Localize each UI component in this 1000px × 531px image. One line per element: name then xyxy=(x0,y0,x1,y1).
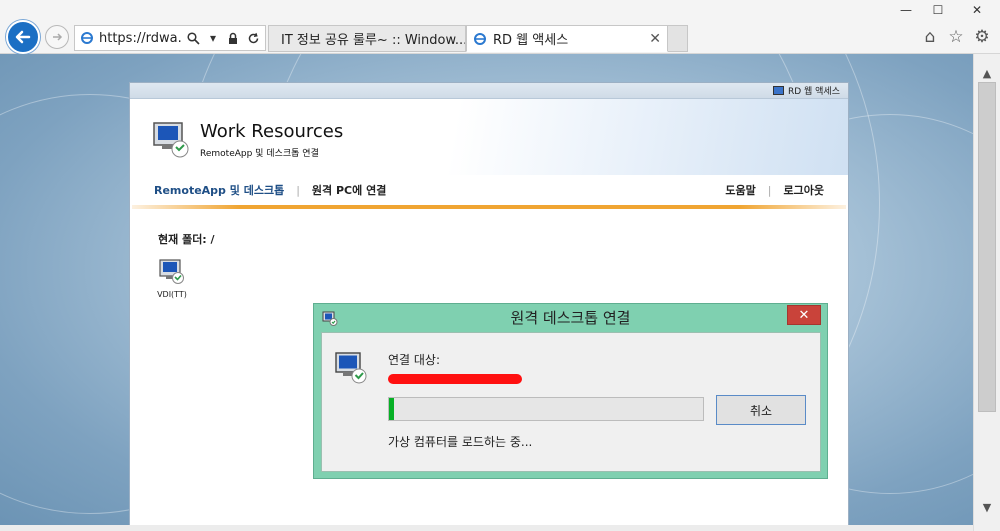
tab-it-blog[interactable]: t IT 정보 공유 룰루~ :: Window... xyxy=(268,25,466,52)
home-icon[interactable]: ⌂ xyxy=(920,27,940,47)
star-icon[interactable]: ☆ xyxy=(946,27,966,47)
page-title: Work Resources xyxy=(200,121,344,142)
new-tab-button[interactable] xyxy=(668,25,688,52)
rdweb-header: Work Resources RemoteApp 및 데스크톱 연결 xyxy=(130,99,848,175)
close-window-button[interactable]: ✕ xyxy=(954,0,1000,20)
monitor-icon xyxy=(772,86,784,95)
dialog-title: 원격 데스크톱 연결 xyxy=(510,309,631,327)
rdweb-nav: RemoteApp 및 데스크톱 | 원격 PC에 연결 도움말 | 로그아웃 xyxy=(130,175,848,205)
redacted-target xyxy=(388,374,522,384)
remote-desktop-icon xyxy=(153,122,189,158)
arrow-left-icon xyxy=(15,30,31,44)
browser-chrome: — ☐ ✕ https://rdwa.m ▾ t IT 정보 공유 룰루~ ::… xyxy=(0,0,1000,54)
status-strip xyxy=(0,525,973,531)
toolbar-icons: ⌂ ☆ ⚙ xyxy=(920,27,992,47)
nav-logout[interactable]: 로그아웃 xyxy=(784,182,824,198)
resource-vdi[interactable]: VDI(TT) xyxy=(152,257,192,299)
search-icon[interactable] xyxy=(185,30,201,46)
current-folder: 현재 폴더: / xyxy=(158,233,215,246)
page-subtitle: RemoteApp 및 데스크톱 연결 xyxy=(200,149,319,159)
window-controls: — ☐ ✕ xyxy=(890,0,1000,20)
url-text[interactable]: https://rdwa.m xyxy=(99,31,181,46)
cancel-button[interactable]: 취소 xyxy=(716,395,806,425)
resource-label: VDI(TT) xyxy=(157,290,187,299)
nav-separator: | xyxy=(767,183,772,197)
scroll-up-icon[interactable]: ▲ xyxy=(980,66,994,80)
nav-separator: | xyxy=(296,183,300,197)
nav-help[interactable]: 도움말 xyxy=(725,182,755,198)
connect-to-label: 연결 대상: xyxy=(388,353,441,367)
tab-label: IT 정보 공유 룰루~ :: Window... xyxy=(281,33,466,48)
remote-desktop-icon xyxy=(335,352,367,384)
dialog-close-button[interactable]: ✕ xyxy=(787,305,821,325)
status-text: 가상 컴퓨터를 로드하는 중... xyxy=(388,435,533,449)
minimize-button[interactable]: — xyxy=(890,0,922,20)
back-button[interactable] xyxy=(6,20,40,54)
close-tab-icon[interactable]: ✕ xyxy=(649,31,661,47)
topbar-label: RD 웹 액세스 xyxy=(787,87,840,97)
maximize-button[interactable]: ☐ xyxy=(922,0,954,20)
chevron-down-icon[interactable]: ▾ xyxy=(205,30,221,46)
panel-topbar: RD 웹 액세스 xyxy=(130,83,848,99)
nav-connect-remote-pc[interactable]: 원격 PC에 연결 xyxy=(312,182,386,198)
ie-logo-icon xyxy=(474,32,486,45)
vertical-scrollbar[interactable]: ▲ ▼ xyxy=(973,54,1000,531)
tab-rd-web-access[interactable]: RD 웹 액세스 ✕ xyxy=(466,25,668,52)
rdp-connection-dialog: 원격 데스크톱 연결 ✕ 연결 대상: 취소 가상 컴퓨터를 로드하는 중... xyxy=(313,303,828,479)
gear-icon[interactable]: ⚙ xyxy=(972,27,992,47)
dialog-body: 연결 대상: 취소 가상 컴퓨터를 로드하는 중... xyxy=(321,332,821,472)
refresh-icon[interactable] xyxy=(245,30,261,46)
ie-logo-icon xyxy=(79,30,95,46)
progress-fill xyxy=(389,398,394,420)
close-icon: ✕ xyxy=(798,307,810,323)
connection-progress-bar xyxy=(388,397,704,421)
remote-desktop-icon xyxy=(159,259,184,284)
scroll-down-icon[interactable]: ▼ xyxy=(980,500,994,514)
forward-button[interactable] xyxy=(45,25,69,49)
address-bar[interactable]: https://rdwa.m ▾ xyxy=(74,25,266,51)
tab-label: RD 웹 액세스 xyxy=(493,33,569,48)
arrow-right-icon xyxy=(53,33,63,41)
nav-remoteapp-desktops[interactable]: RemoteApp 및 데스크톱 xyxy=(154,182,284,198)
scroll-thumb[interactable] xyxy=(978,82,996,412)
lock-icon[interactable] xyxy=(225,30,241,46)
